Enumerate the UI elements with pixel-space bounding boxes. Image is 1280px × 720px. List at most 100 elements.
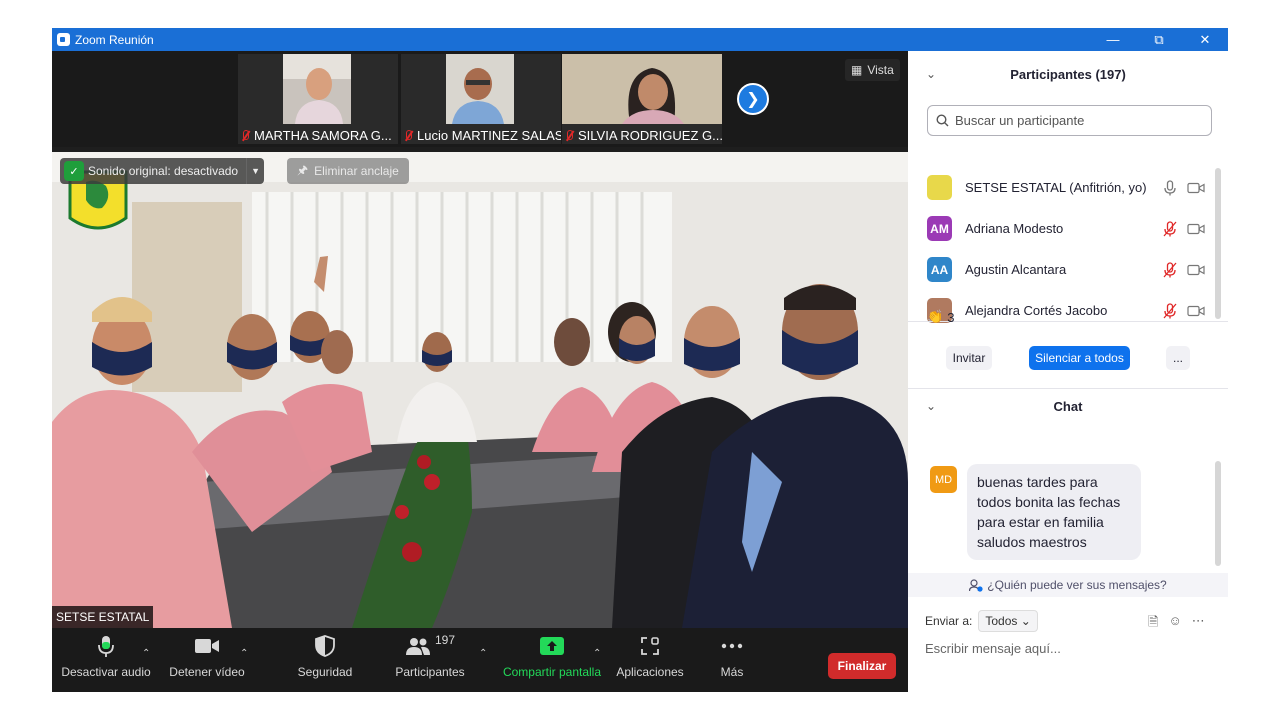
- grid-icon: ▦: [851, 63, 863, 77]
- muted-mic-icon[interactable]: [1163, 303, 1177, 319]
- chevron-down-icon[interactable]: ▼: [246, 158, 264, 184]
- emoji-icon[interactable]: ☺: [1168, 613, 1181, 635]
- person-privacy-icon: [969, 578, 983, 592]
- divider: [908, 388, 1228, 389]
- muted-mic-icon: [564, 129, 574, 142]
- muted-mic-icon[interactable]: [1163, 262, 1177, 278]
- original-sound-pill[interactable]: ✓ Sonido original: desactivado ▼: [60, 158, 265, 184]
- chat-tools: 🗎 ☺ ⋯: [1148, 613, 1205, 635]
- zoom-logo-icon: [57, 33, 70, 46]
- participant-name: SETSE ESTATAL (Anfitrión, yo): [965, 180, 1147, 195]
- participant-row[interactable]: SETSE ESTATAL (Anfitrión, yo): [908, 167, 1220, 208]
- participants-more-button[interactable]: ...: [1166, 346, 1190, 370]
- view-button[interactable]: ▦ Vista: [845, 59, 900, 81]
- participants-button[interactable]: 197 Participantes: [388, 628, 472, 692]
- participant-name: Agustin Alcantara: [965, 262, 1067, 277]
- participant-video-icon: [283, 54, 351, 124]
- file-icon[interactable]: 🗎: [1148, 613, 1158, 635]
- search-icon: [936, 114, 949, 127]
- chat-sender-avatar: MD: [930, 466, 957, 493]
- share-screen-icon: [540, 637, 564, 655]
- zoom-window: Zoom Reunión — ⧉ ✕ MARTHA SAMORA G... Lu…: [52, 28, 1228, 692]
- more-dots-icon: [721, 643, 743, 649]
- participants-options-caret-icon[interactable]: ⌃: [479, 648, 487, 659]
- window-controls: — ⧉ ✕: [1090, 28, 1228, 51]
- participant-name: Alejandra Cortés Jacobo: [965, 303, 1108, 318]
- send-to-selector: Enviar a: Todos ⌄: [925, 610, 1038, 632]
- muted-mic-icon: [403, 129, 413, 142]
- microphone-icon: [98, 636, 114, 657]
- main-video: ✓ Sonido original: desactivado ▼ 🖈 Elimi…: [52, 152, 908, 628]
- stop-video-button[interactable]: Detener vídeo: [166, 628, 248, 692]
- participant-thumbnail[interactable]: SILVIA RODRIGUEZ G...: [562, 54, 722, 144]
- window-title: Zoom Reunión: [75, 32, 154, 47]
- side-panel: ⌄ Participantes (197) Buscar un particip…: [908, 51, 1228, 692]
- meeting-room-video: [52, 152, 908, 628]
- participants-header: ⌄ Participantes (197): [926, 66, 1126, 82]
- participant-thumbnail[interactable]: MARTHA SAMORA G...: [238, 54, 398, 144]
- invite-button[interactable]: Invitar: [946, 346, 992, 370]
- thumbnail-strip: MARTHA SAMORA G... Lucio MARTINEZ SALAS: [52, 51, 908, 147]
- more-button[interactable]: Más: [712, 628, 752, 692]
- video-area: MARTHA SAMORA G... Lucio MARTINEZ SALAS: [52, 51, 908, 628]
- who-can-see-messages-link[interactable]: ¿Quién puede ver sus mensajes?: [908, 573, 1228, 597]
- mute-audio-button[interactable]: Desactivar audio: [61, 628, 151, 692]
- chat-more-icon[interactable]: ⋯: [1192, 613, 1205, 635]
- share-options-caret-icon[interactable]: ⌃: [593, 648, 601, 659]
- participant-video-icon: [446, 54, 514, 124]
- end-meeting-button[interactable]: Finalizar: [828, 653, 896, 679]
- clapping-hands-icon: 👏: [927, 309, 944, 324]
- participant-row[interactable]: Alejandra Cortés Jacobo: [908, 290, 1220, 331]
- participants-scrollbar[interactable]: [1215, 168, 1221, 319]
- pin-icon: 🖈: [297, 162, 309, 177]
- video-camera-icon[interactable]: [1187, 182, 1205, 194]
- participant-name: Adriana Modesto: [965, 221, 1064, 236]
- chat-message-bubble: buenas tardes para todos bonita las fech…: [967, 464, 1141, 560]
- shield-icon: [315, 635, 335, 657]
- avatar: AA: [927, 257, 952, 282]
- video-options-caret-icon[interactable]: ⌃: [240, 648, 248, 659]
- speaker-name-tag: SETSE ESTATAL: [52, 606, 154, 628]
- participant-name-label: MARTHA SAMORA G...: [240, 128, 392, 143]
- video-camera-icon[interactable]: [1187, 223, 1205, 235]
- collapse-chevron-icon[interactable]: ⌄: [926, 399, 936, 413]
- participant-thumbnail[interactable]: Lucio MARTINEZ SALAS: [401, 54, 561, 144]
- avatar: [927, 175, 952, 200]
- share-screen-button[interactable]: Compartir pantalla: [500, 628, 604, 692]
- collapse-chevron-icon[interactable]: ⌄: [926, 67, 936, 81]
- video-camera-icon: [195, 639, 219, 653]
- audio-options-caret-icon[interactable]: ⌃: [142, 648, 150, 659]
- security-button[interactable]: Seguridad: [290, 628, 360, 692]
- chat-message-input[interactable]: Escribir mensaje aquí...: [925, 641, 1061, 656]
- unpin-button[interactable]: 🖈 Eliminar anclaje: [287, 158, 409, 184]
- divider: [908, 321, 1228, 322]
- title-bar: Zoom Reunión — ⧉ ✕: [52, 28, 1228, 51]
- close-button[interactable]: ✕: [1182, 28, 1228, 51]
- participant-name-label: Lucio MARTINEZ SALAS: [403, 128, 561, 143]
- restore-button[interactable]: ⧉: [1136, 28, 1182, 51]
- next-page-arrow-icon[interactable]: ❯: [737, 83, 769, 115]
- muted-mic-icon[interactable]: [1163, 221, 1177, 237]
- chat-header: ⌄ Chat: [926, 398, 1083, 414]
- video-camera-icon[interactable]: [1187, 305, 1205, 317]
- apps-icon: [641, 637, 659, 655]
- minimize-button[interactable]: —: [1090, 28, 1136, 51]
- security-shield-icon: ✓: [64, 161, 84, 181]
- participants-icon: [405, 638, 430, 655]
- microphone-icon[interactable]: [1163, 180, 1177, 196]
- video-camera-icon[interactable]: [1187, 264, 1205, 276]
- participant-row[interactable]: AM Adriana Modesto: [908, 208, 1220, 249]
- participant-row[interactable]: AA Agustin Alcantara: [908, 249, 1220, 290]
- participant-name-label: SILVIA RODRIGUEZ G...: [564, 128, 722, 143]
- apps-button[interactable]: Aplicaciones: [614, 628, 686, 692]
- meeting-toolbar: Desactivar audio ⌃ Detener vídeo ⌃ Segur…: [52, 628, 908, 692]
- participant-video-icon: [562, 54, 722, 124]
- participants-count: 197: [434, 633, 456, 647]
- participant-search-input[interactable]: Buscar un participante: [927, 105, 1212, 136]
- avatar: AM: [927, 216, 952, 241]
- muted-mic-icon: [240, 129, 250, 142]
- chat-scrollbar[interactable]: [1215, 461, 1221, 566]
- recipient-dropdown[interactable]: Todos ⌄: [978, 610, 1038, 632]
- reactions-count: 👏 3: [927, 309, 955, 325]
- mute-all-button[interactable]: Silenciar a todos: [1029, 346, 1130, 370]
